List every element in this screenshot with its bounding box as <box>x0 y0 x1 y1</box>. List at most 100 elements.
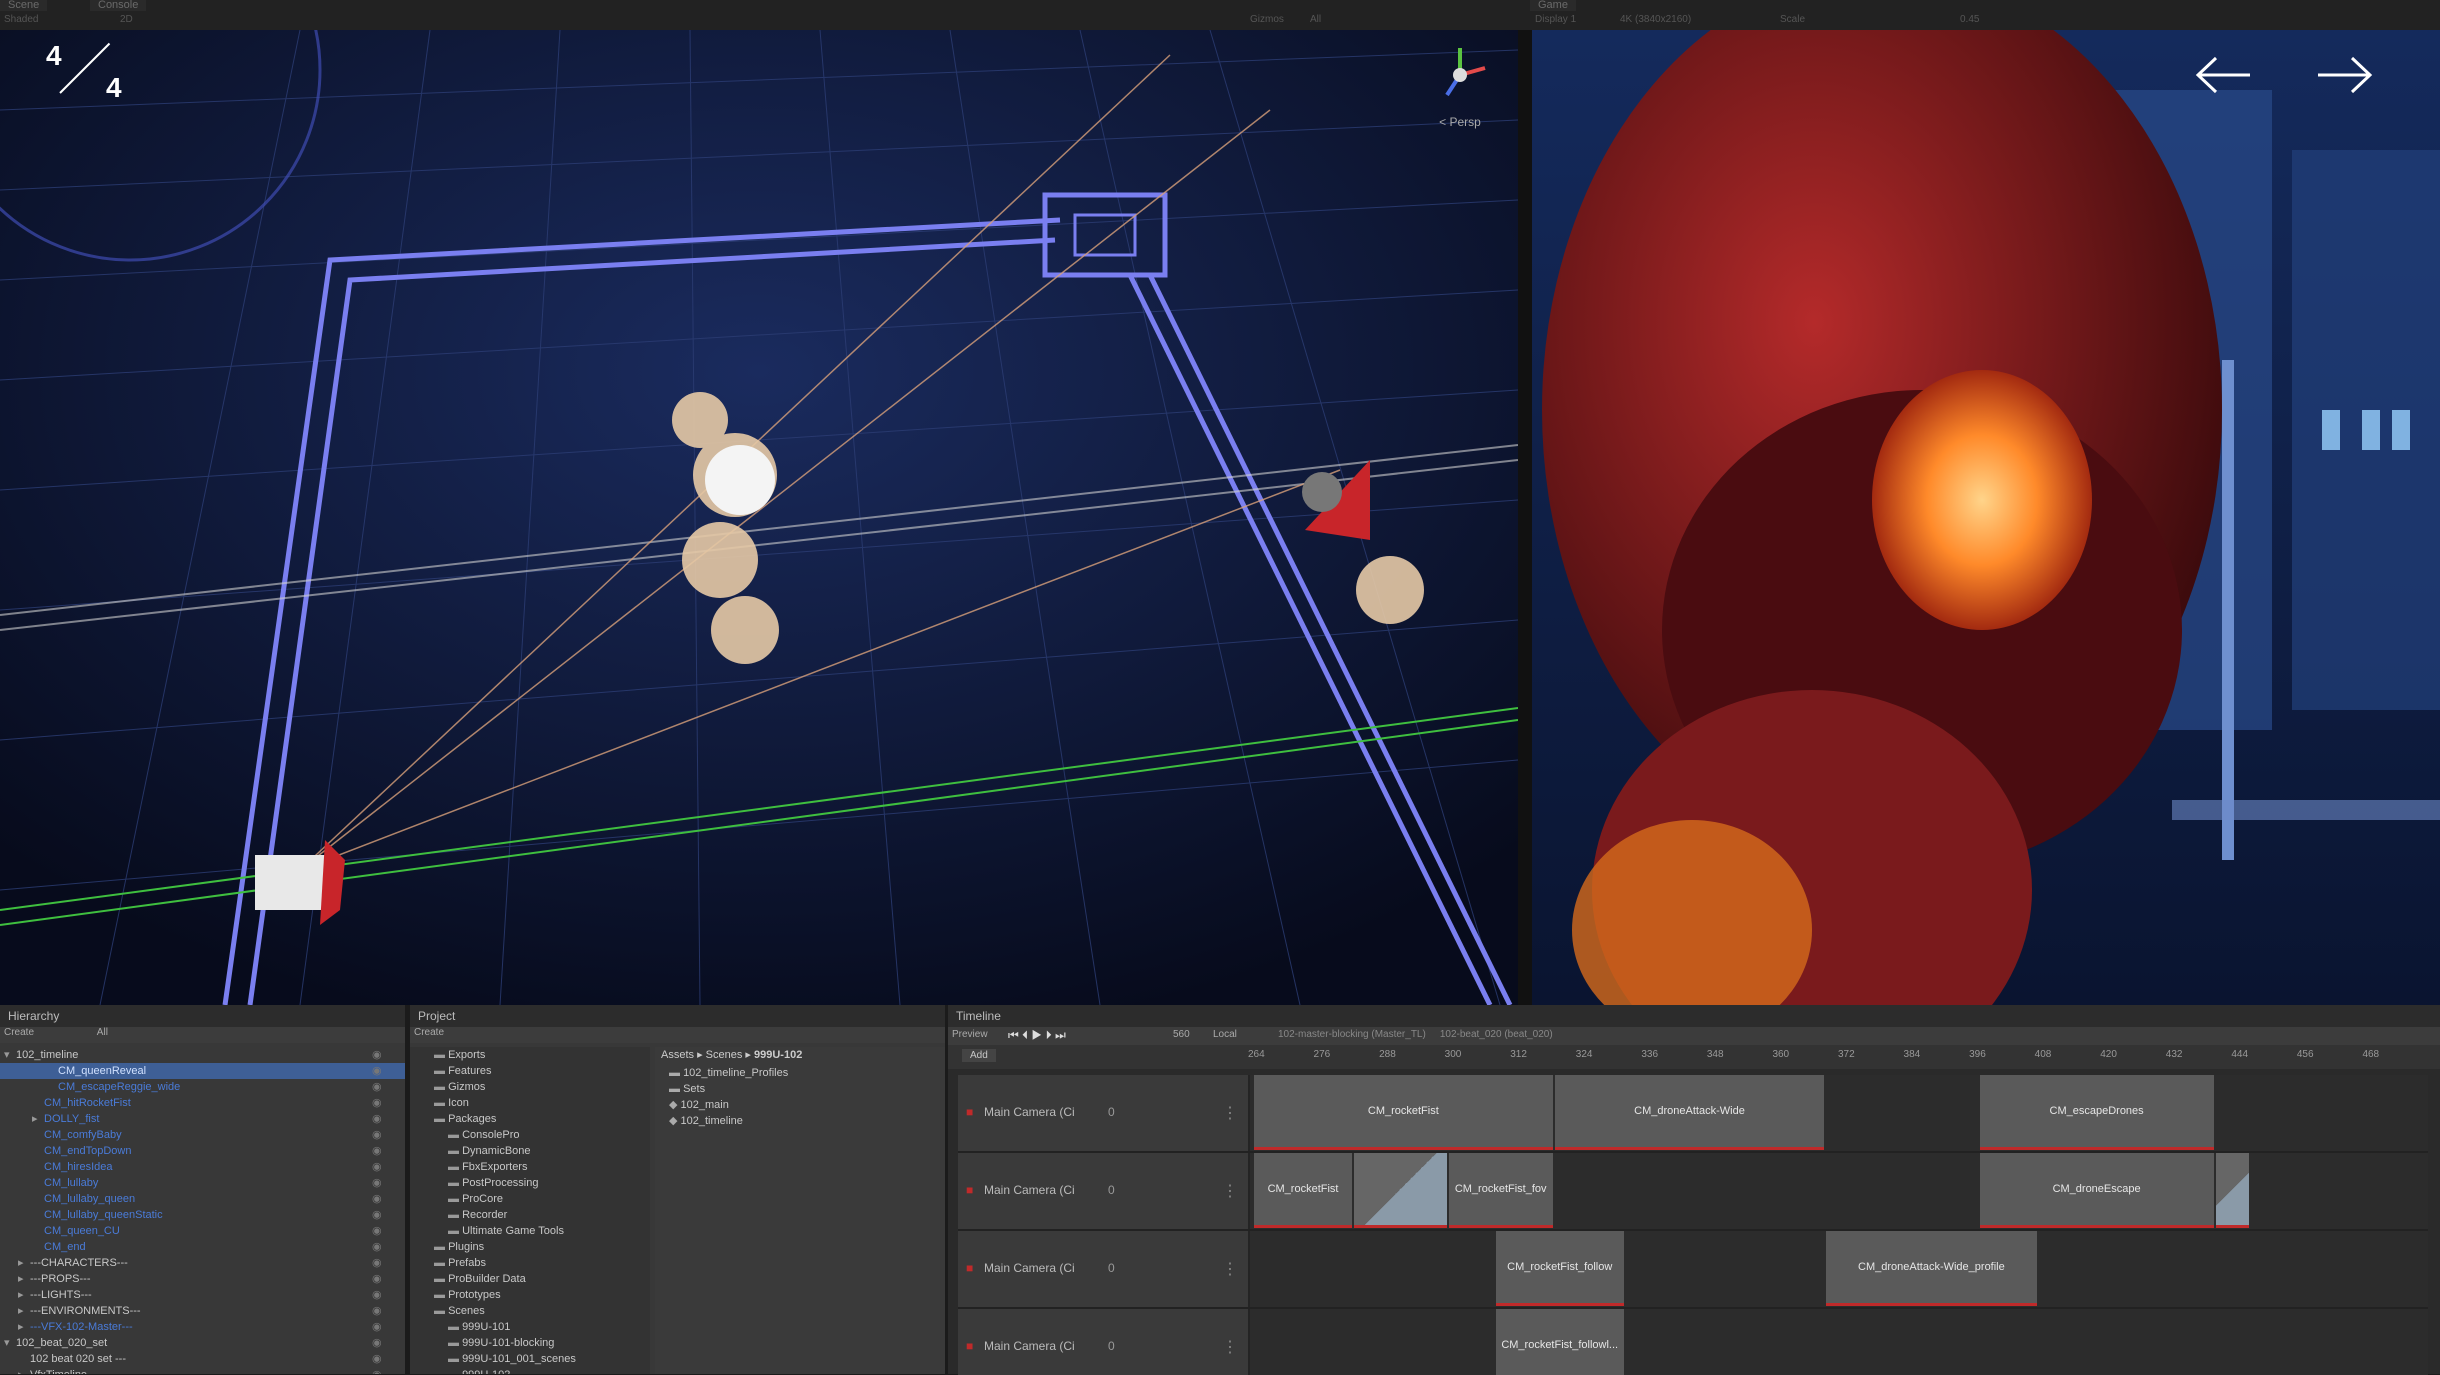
expand-arrow-icon[interactable]: ▸ <box>18 1271 24 1287</box>
visibility-icon[interactable]: ◉ <box>372 1351 382 1367</box>
timeline-clip[interactable]: CM_escapeDrones <box>1979 1075 2214 1150</box>
track-header[interactable]: ■ Main Camera (Ci 0 ⋮ <box>958 1153 1250 1229</box>
panel-divider[interactable] <box>1518 30 1532 1005</box>
expand-arrow-icon[interactable]: ▸ <box>32 1111 38 1127</box>
hierarchy-item[interactable]: CM_comfyBaby ◉ <box>0 1127 405 1143</box>
frame-field[interactable]: 560 <box>1173 1029 1190 1040</box>
breadcrumb-item[interactable]: Assets <box>661 1049 694 1061</box>
visibility-icon[interactable]: ◉ <box>372 1319 382 1335</box>
project-folder[interactable]: ▬ 999U-101 <box>448 1319 510 1335</box>
prev-frame-icon[interactable]: ⏴ <box>1022 1028 1028 1042</box>
timeline-breadcrumb-item[interactable]: 102-beat_020 (beat_020) <box>1440 1029 1553 1040</box>
project-title[interactable]: Project <box>418 1009 455 1023</box>
project-folder[interactable]: ▬ ProBuilder Data <box>434 1271 526 1287</box>
project-asset[interactable]: ◆ 102_main <box>669 1097 729 1113</box>
toggle-2d[interactable]: 2D <box>120 14 133 25</box>
visibility-icon[interactable]: ◉ <box>372 1303 382 1319</box>
timeline-clip[interactable]: CM_rocketFist_fov <box>1448 1153 1553 1228</box>
visibility-icon[interactable]: ◉ <box>372 1063 382 1079</box>
visibility-icon[interactable]: ◉ <box>372 1255 382 1271</box>
visibility-icon[interactable]: ◉ <box>372 1175 382 1191</box>
next-frame-icon[interactable]: ⏵ <box>1046 1028 1052 1042</box>
timeline-clip[interactable]: CM_droneEscape <box>1979 1153 2214 1228</box>
visibility-icon[interactable]: ◉ <box>372 1239 382 1255</box>
expand-arrow-icon[interactable]: ▾ <box>4 1047 10 1063</box>
hierarchy-item[interactable]: ▸ ---CHARACTERS--- ◉ <box>0 1255 405 1271</box>
shading-dropdown[interactable]: Shaded <box>4 14 38 25</box>
project-folder[interactable]: ▬ Plugins <box>434 1239 484 1255</box>
project-folder[interactable]: ▬ Scenes <box>434 1303 485 1319</box>
hierarchy-item[interactable]: ▸ ---ENVIRONMENTS--- ◉ <box>0 1303 405 1319</box>
hierarchy-item[interactable]: CM_hiresIdea ◉ <box>0 1159 405 1175</box>
track-binding-label[interactable]: Main Camera (Ci <box>984 1105 1075 1119</box>
project-folder[interactable]: ▬ ConsolePro <box>448 1127 520 1143</box>
timeline-clip[interactable]: CM_rocketFist_follow <box>1495 1231 1624 1306</box>
hierarchy-item[interactable]: CM_lullaby ◉ <box>0 1175 405 1191</box>
hierarchy-item[interactable]: CM_queen_CU ◉ <box>0 1223 405 1239</box>
project-folder[interactable]: ▬ 999U-102 <box>448 1367 510 1374</box>
hierarchy-item[interactable]: CM_endTopDown ◉ <box>0 1143 405 1159</box>
local-toggle[interactable]: Local <box>1213 1029 1237 1040</box>
goto-end-icon[interactable]: ⏭ <box>1055 1028 1066 1042</box>
hierarchy-create-button[interactable]: Create <box>4 1027 34 1038</box>
persp-label[interactable]: < Persp <box>1425 115 1495 129</box>
expand-arrow-icon[interactable]: ▸ <box>18 1367 24 1374</box>
hierarchy-item[interactable]: ▸ DOLLY_fist ◉ <box>0 1111 405 1127</box>
visibility-icon[interactable]: ◉ <box>372 1047 382 1063</box>
track-header[interactable]: ■ Main Camera (Ci 0 ⋮ <box>958 1075 1250 1151</box>
timeline-breadcrumb-item[interactable]: 102-master-blocking (Master_TL) <box>1278 1029 1426 1040</box>
project-folder[interactable]: ▬ DynamicBone <box>448 1143 531 1159</box>
scene-search[interactable]: All <box>1310 14 1321 25</box>
timeline-clip[interactable]: CM_rocketFist <box>1253 1075 1553 1150</box>
track-options-icon[interactable]: ⋮ <box>1222 1103 1238 1123</box>
project-folder[interactable]: ▬ FbxExporters <box>448 1159 527 1175</box>
track-options-icon[interactable]: ⋮ <box>1222 1259 1238 1279</box>
visibility-icon[interactable]: ◉ <box>372 1127 382 1143</box>
visibility-icon[interactable]: ◉ <box>372 1223 382 1239</box>
add-track-button[interactable]: Add <box>962 1049 996 1062</box>
project-asset[interactable]: ▬ 102_timeline_Profiles <box>669 1065 788 1081</box>
hierarchy-item[interactable]: 102 beat 020 set --- ◉ <box>0 1351 405 1367</box>
hierarchy-item[interactable]: CM_lullaby_queenStatic ◉ <box>0 1207 405 1223</box>
timeline-ruler[interactable]: 264 276 288 300 312 324 336 348 360 372 384 396 408 4… <box>1248 1049 2438 1065</box>
tab-scene[interactable]: Scene <box>0 0 48 11</box>
expand-arrow-icon[interactable]: ▸ <box>18 1319 24 1335</box>
play-icon[interactable]: ▶ <box>1032 1028 1043 1042</box>
timeline-track[interactable]: ■ Main Camera (Ci 0 ⋮ CM_rocketFist CM_droneA… <box>958 1075 2428 1153</box>
project-folder[interactable]: ▬ Prefabs <box>434 1255 486 1271</box>
timeline-clip[interactable]: CM_rocketFist_followl... <box>1495 1309 1624 1375</box>
timeline-track[interactable]: ■ Main Camera (Ci 0 ⋮ CM_rocketFist_followl.… <box>958 1309 2428 1375</box>
project-folder[interactable]: ▬ Gizmos <box>434 1079 485 1095</box>
visibility-icon[interactable]: ◉ <box>372 1271 382 1287</box>
breadcrumb-item[interactable]: Scenes <box>706 1049 743 1061</box>
project-create-button[interactable]: Create <box>414 1027 444 1038</box>
project-folder[interactable]: ▬ Icon <box>434 1095 469 1111</box>
tab-game[interactable]: Game <box>1530 0 1576 11</box>
visibility-icon[interactable]: ◉ <box>372 1287 382 1303</box>
gizmos-dropdown[interactable]: Gizmos <box>1250 14 1284 25</box>
project-folder[interactable]: ▬ 999U-101-blocking <box>448 1335 554 1351</box>
hierarchy-item[interactable]: ▸ ---PROPS--- ◉ <box>0 1271 405 1287</box>
track-binding-label[interactable]: Main Camera (Ci <box>984 1183 1075 1197</box>
project-folder[interactable]: ▬ PostProcessing <box>448 1175 539 1191</box>
track-binding-label[interactable]: Main Camera (Ci <box>984 1261 1075 1275</box>
track-header[interactable]: ■ Main Camera (Ci 0 ⋮ <box>958 1231 1250 1307</box>
hierarchy-item[interactable]: ▸ ---VFX-102-Master--- ◉ <box>0 1319 405 1335</box>
timeline-title[interactable]: Timeline <box>956 1009 1001 1023</box>
visibility-icon[interactable]: ◉ <box>372 1191 382 1207</box>
hierarchy-item[interactable]: CM_end ◉ <box>0 1239 405 1255</box>
project-asset[interactable]: ▬ Sets <box>669 1081 705 1097</box>
hierarchy-title[interactable]: Hierarchy <box>8 1009 59 1023</box>
project-folder[interactable]: ▬ Packages <box>434 1111 496 1127</box>
timeline-clip[interactable]: CM_droneAttack-Wide_profile <box>1826 1231 2037 1306</box>
next-arrow-button[interactable] <box>2310 50 2380 100</box>
hierarchy-item[interactable]: ▾ 102_beat_020_set ◉ <box>0 1335 405 1351</box>
expand-arrow-icon[interactable]: ▸ <box>18 1255 24 1271</box>
project-folder[interactable]: ▬ Exports <box>434 1047 485 1063</box>
resolution-dropdown[interactable]: 4K (3840x2160) <box>1620 14 1691 25</box>
breadcrumb-item[interactable]: 999U-102 <box>754 1049 802 1061</box>
project-folder[interactable]: ▬ 999U-101_001_scenes <box>448 1351 576 1367</box>
timeline-track[interactable]: ■ Main Camera (Ci 0 ⋮ CM_rocketFist_follow CM… <box>958 1231 2428 1309</box>
track-binding-label[interactable]: Main Camera (Ci <box>984 1339 1075 1353</box>
previous-arrow-button[interactable] <box>2188 50 2258 100</box>
